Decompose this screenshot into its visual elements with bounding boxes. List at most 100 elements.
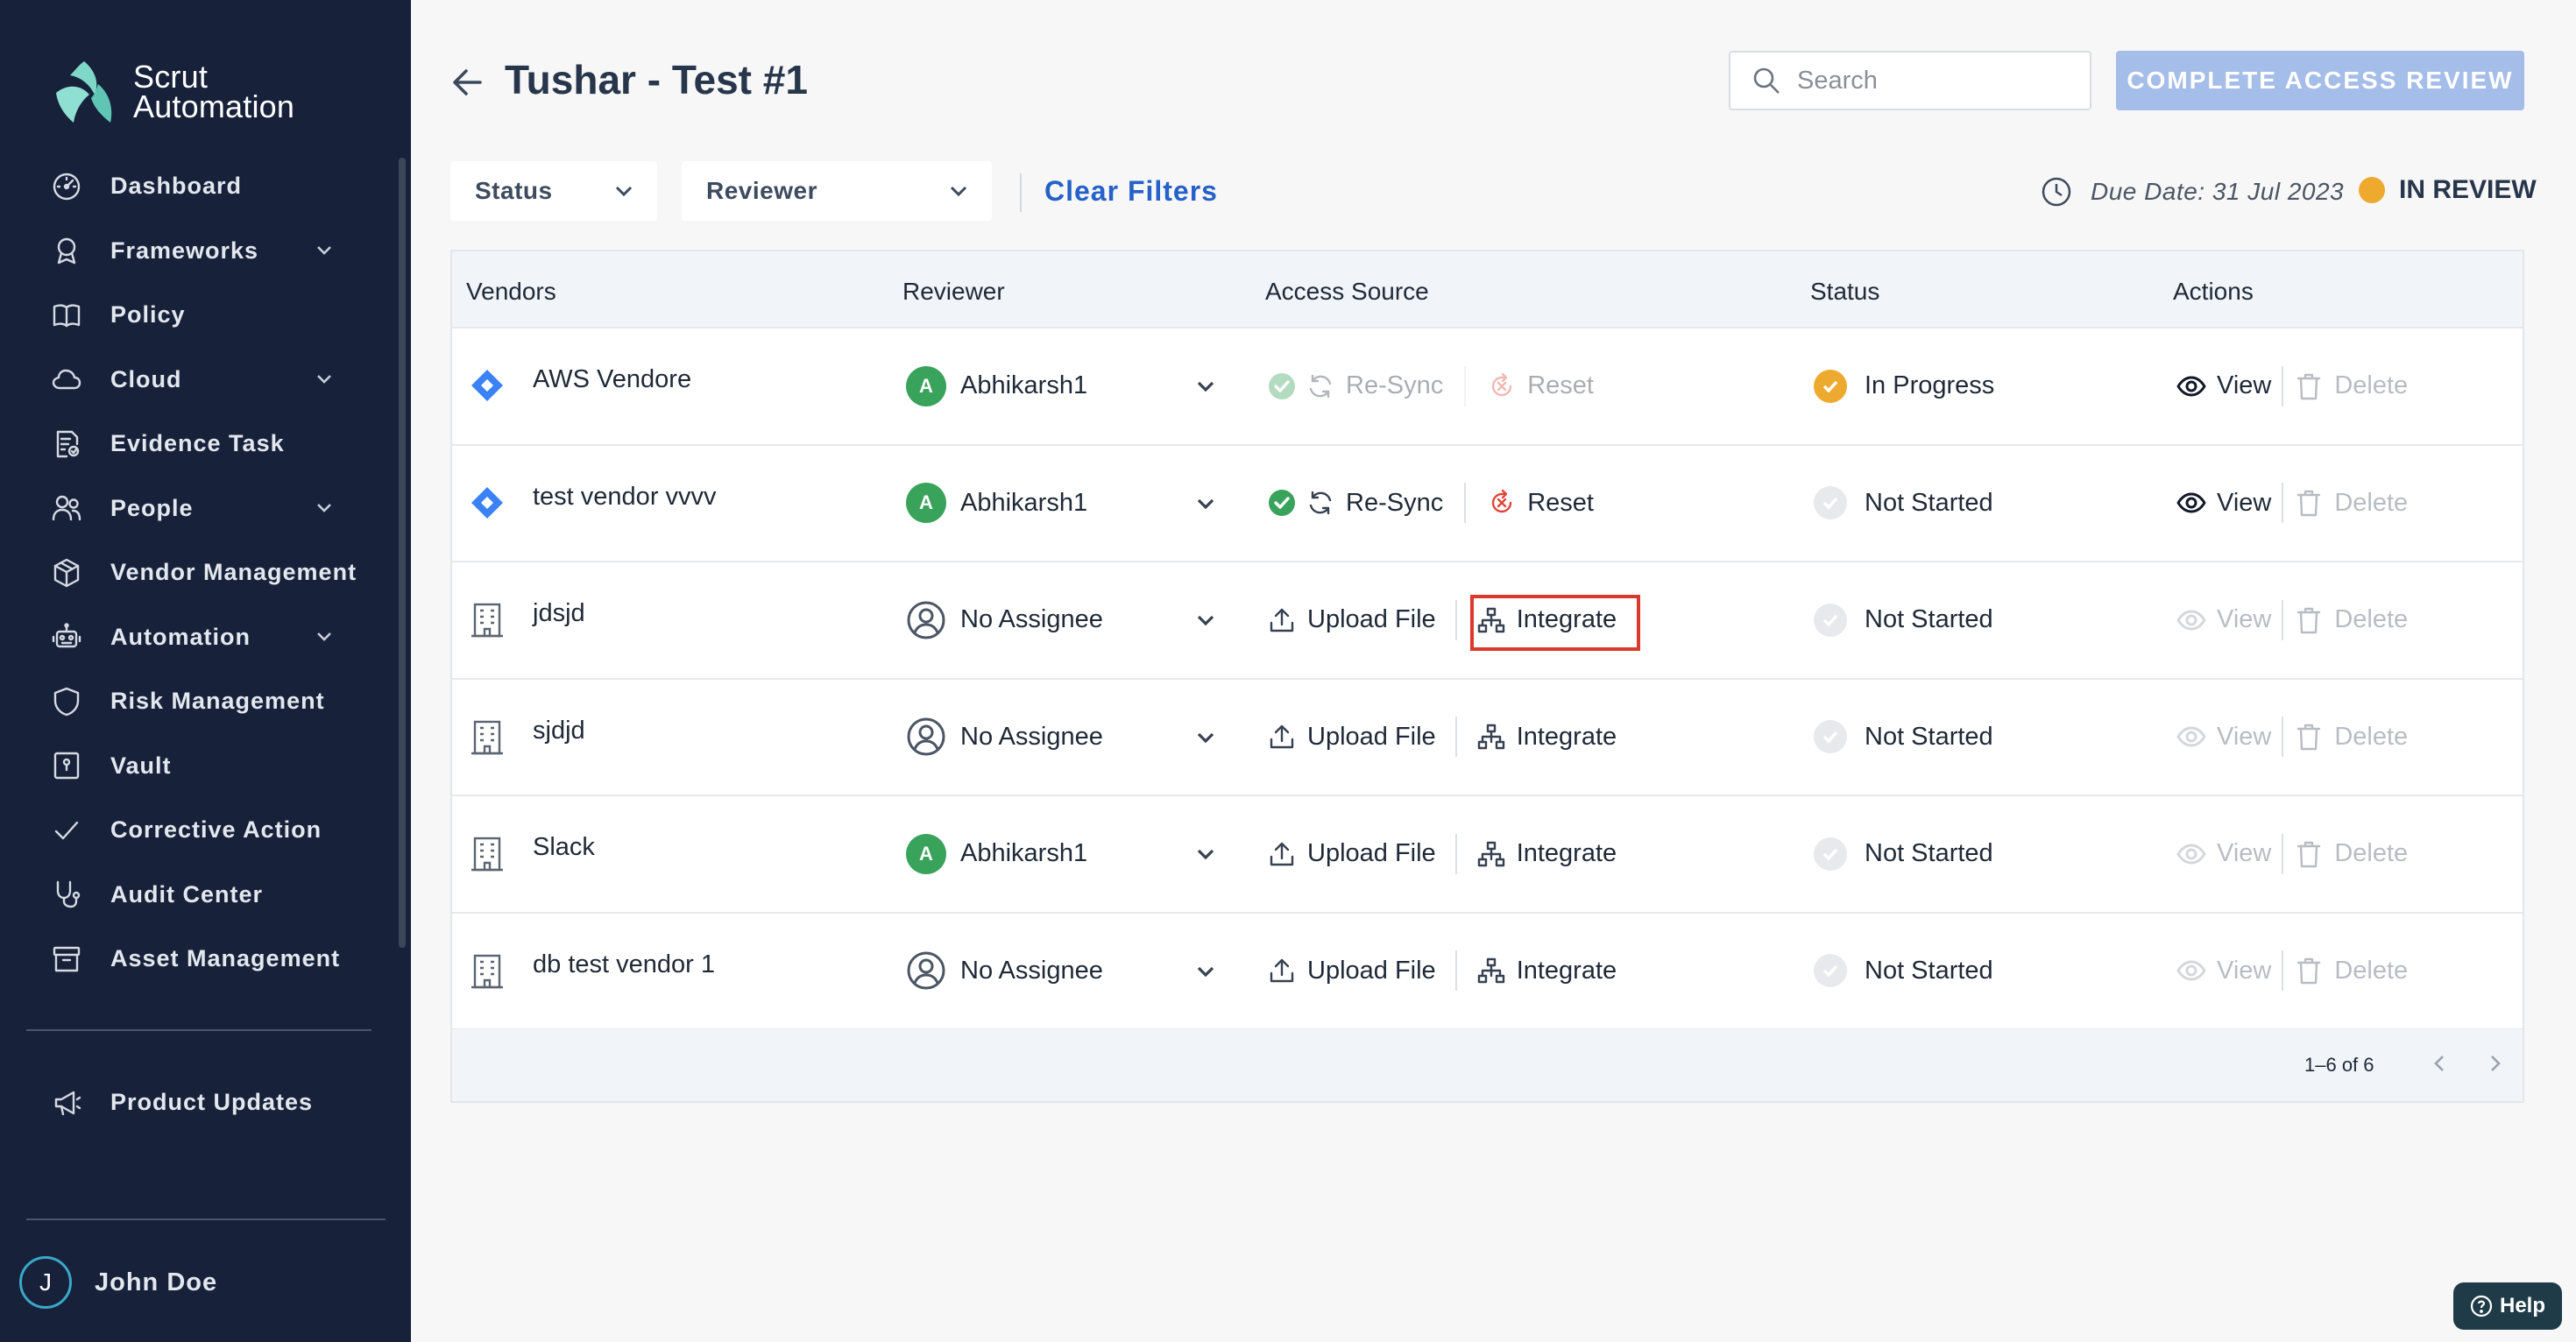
- upload-file-button[interactable]: Upload File: [1267, 839, 1436, 869]
- complete-access-review-button[interactable]: COMPLETE ACCESS REVIEW: [2116, 51, 2524, 110]
- delete-label: Delete: [2334, 956, 2409, 985]
- resync-label: Re-Sync: [1346, 371, 1444, 399]
- sidebar-item-evidence-task[interactable]: Evidence Task: [0, 412, 411, 477]
- sidebar-item-automation[interactable]: Automation: [0, 605, 411, 670]
- integrate-label: Integrate: [1516, 956, 1617, 985]
- delete-button[interactable]: Delete: [2294, 722, 2408, 752]
- view-button[interactable]: View: [2176, 488, 2271, 518]
- due-date-text: Due Date: 31 Jul 2023: [2091, 178, 2345, 205]
- sidebar-divider-bottom: [26, 1218, 386, 1220]
- delete-button[interactable]: Delete: [2294, 956, 2408, 985]
- logo-line1: Scrut: [133, 59, 209, 95]
- reviewer-filter-dropdown[interactable]: Reviewer: [682, 161, 992, 221]
- sidebar-item-label: Vendor Management: [110, 559, 357, 586]
- view-button[interactable]: View: [2176, 605, 2271, 635]
- status-filter-dropdown[interactable]: Status: [450, 161, 657, 221]
- view-button[interactable]: View: [2176, 371, 2271, 401]
- sidebar-item-audit-center[interactable]: Audit Center: [0, 863, 411, 928]
- chevron-down-icon[interactable]: [1193, 725, 1218, 750]
- chevron-down-icon[interactable]: [1193, 374, 1218, 399]
- avatar: A: [906, 833, 946, 874]
- sidebar-scrollbar[interactable]: [399, 158, 406, 948]
- clock-icon: [2042, 177, 2071, 207]
- actions-cell: View Delete: [2176, 446, 2408, 561]
- delete-button[interactable]: Delete: [2294, 371, 2408, 401]
- sidebar-item-vault[interactable]: Vault: [0, 734, 411, 799]
- sidebar-item-vendor-management[interactable]: Vendor Management: [0, 540, 411, 605]
- user-circle-icon: [907, 717, 945, 756]
- integrate-button[interactable]: Integrate: [1476, 956, 1617, 985]
- status-text: Not Started: [1865, 488, 1993, 517]
- chevron-down-icon[interactable]: [1193, 842, 1218, 866]
- resync-button[interactable]: Re-Sync: [1267, 371, 1443, 401]
- status-cell: Not Started: [1814, 680, 1993, 795]
- chevron-down-icon[interactable]: [1193, 491, 1218, 516]
- upload-file-label: Upload File: [1307, 956, 1436, 985]
- actions-cell: View Delete: [2176, 562, 2408, 677]
- sidebar-item-people[interactable]: People: [0, 477, 411, 541]
- delete-button[interactable]: Delete: [2294, 605, 2408, 635]
- sidebar-item-cloud[interactable]: Cloud: [0, 348, 411, 413]
- check-icon: [49, 813, 84, 848]
- help-label: Help: [2499, 1294, 2545, 1317]
- integrate-button[interactable]: Integrate: [1476, 722, 1617, 752]
- reset-button[interactable]: Reset: [1487, 371, 1594, 401]
- chevron-down-icon: [312, 496, 336, 520]
- reset-label: Reset: [1527, 371, 1594, 399]
- upload-file-button[interactable]: Upload File: [1267, 605, 1436, 635]
- search-box[interactable]: [1729, 51, 2091, 110]
- divider: [2282, 950, 2284, 991]
- table-row: Slack A Abhikarsh1 Upload File Integrate Not …: [452, 796, 2523, 914]
- chevron-down-icon[interactable]: [1193, 608, 1218, 632]
- view-button[interactable]: View: [2176, 839, 2271, 869]
- view-label: View: [2217, 371, 2272, 399]
- sidebar-item-policy[interactable]: Policy: [0, 283, 411, 348]
- back-arrow-icon[interactable]: [449, 63, 487, 102]
- search-input[interactable]: [1797, 66, 2077, 95]
- reviewer-name: No Assignee: [960, 722, 1103, 751]
- sidebar-item-product-updates[interactable]: Product Updates: [0, 1070, 411, 1135]
- status-text: Not Started: [1865, 605, 1993, 633]
- chevron-right-icon[interactable]: [2483, 1051, 2508, 1076]
- reviewer-select[interactable]: A Abhikarsh1: [906, 796, 1087, 911]
- view-button[interactable]: View: [2176, 956, 2271, 985]
- eye-icon: [2176, 844, 2206, 864]
- review-status-badge: IN REVIEW: [2359, 175, 2537, 205]
- view-button[interactable]: View: [2176, 722, 2271, 752]
- chevron-down-icon[interactable]: [1193, 959, 1218, 984]
- sidebar-item-label: Risk Management: [110, 688, 325, 715]
- reset-button[interactable]: Reset: [1487, 488, 1594, 518]
- sidebar-item-frameworks[interactable]: Frameworks: [0, 219, 411, 284]
- not-started-icon: [1814, 837, 1847, 871]
- upload-file-button[interactable]: Upload File: [1267, 956, 1436, 985]
- trash-icon: [2297, 841, 2321, 867]
- delete-button[interactable]: Delete: [2294, 839, 2408, 869]
- delete-button[interactable]: Delete: [2294, 488, 2408, 518]
- integrate-label: Integrate: [1516, 839, 1617, 867]
- divider: [1454, 717, 1457, 757]
- sidebar-item-asset-management[interactable]: Asset Management: [0, 927, 411, 992]
- sidebar-item-risk-management[interactable]: Risk Management: [0, 669, 411, 734]
- resync-button[interactable]: Re-Sync: [1267, 488, 1443, 518]
- reviewer-select[interactable]: No Assignee: [906, 914, 1103, 1028]
- user-profile[interactable]: J John Doe: [19, 1256, 217, 1309]
- scrut-logo[interactable]: Scrut Automation: [49, 58, 294, 126]
- not-started-icon: [1814, 954, 1847, 987]
- upload-file-label: Upload File: [1307, 839, 1436, 867]
- reviewer-select[interactable]: No Assignee: [906, 562, 1103, 677]
- upload-file-button[interactable]: Upload File: [1267, 722, 1436, 752]
- vendor-name: db test vendor 1: [533, 950, 715, 978]
- sidebar-item-dashboard[interactable]: Dashboard: [0, 154, 411, 219]
- sidebar-item-corrective-action[interactable]: Corrective Action: [0, 798, 411, 863]
- chevron-left-icon[interactable]: [2427, 1051, 2452, 1076]
- reviewer-select[interactable]: A Abhikarsh1: [906, 446, 1087, 561]
- sidebar-item-label: Asset Management: [110, 945, 341, 972]
- clear-filters-link[interactable]: Clear Filters: [1044, 175, 1218, 208]
- help-button[interactable]: Help: [2453, 1282, 2562, 1330]
- eye-icon: [2176, 960, 2206, 981]
- integrate-button[interactable]: Integrate: [1476, 839, 1617, 869]
- reviewer-select[interactable]: No Assignee: [906, 680, 1103, 795]
- diamond-icon: [471, 486, 503, 519]
- reviewer-select[interactable]: A Abhikarsh1: [906, 328, 1087, 443]
- sidebar-divider: [26, 1029, 372, 1031]
